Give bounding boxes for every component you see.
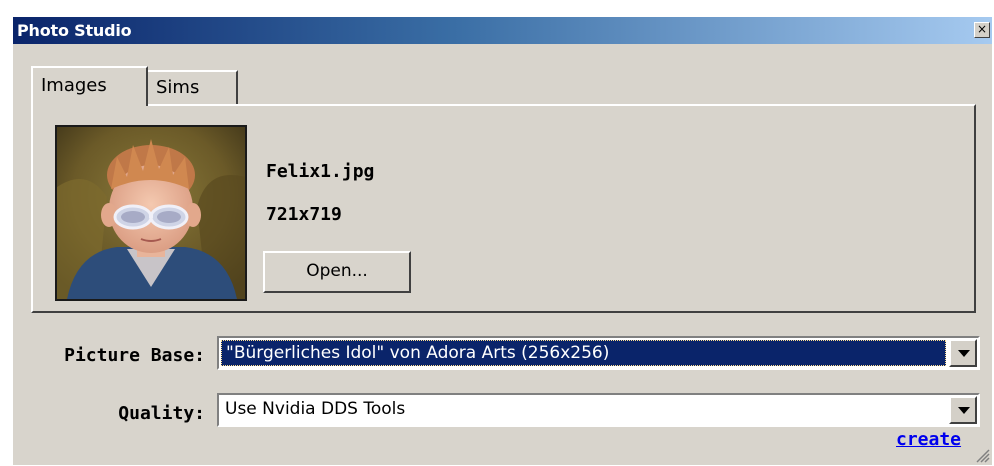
tab-images[interactable]: Images	[31, 66, 148, 106]
image-filename: Felix1.jpg	[266, 161, 375, 182]
close-button[interactable]: ×	[974, 22, 990, 38]
image-dimensions: 721x719	[266, 204, 342, 225]
window-title: Photo Studio	[17, 21, 132, 40]
tab-images-label: Images	[41, 75, 107, 96]
tab-sims[interactable]: Sims	[146, 70, 238, 104]
create-link[interactable]: create	[896, 429, 961, 450]
quality-value: Use Nvidia DDS Tools	[225, 399, 406, 419]
images-tab-panel: Felix1.jpg 721x719 Open...	[31, 104, 976, 313]
picture-base-value: "Bürgerliches Idol" von Adora Arts (256x…	[221, 340, 946, 366]
picture-base-dropdown-button[interactable]	[949, 339, 977, 367]
picture-base-label: Picture Base:	[64, 345, 205, 366]
quality-select[interactable]: Use Nvidia DDS Tools	[217, 393, 980, 427]
tab-sims-label: Sims	[156, 77, 200, 98]
close-icon: ×	[976, 22, 988, 36]
photo-studio-window: Photo Studio × Images Sims Felix1.jpg 72…	[12, 16, 992, 465]
quality-label: Quality:	[118, 403, 205, 424]
image-thumbnail	[55, 125, 247, 301]
picture-base-select[interactable]: "Bürgerliches Idol" von Adora Arts (256x…	[217, 336, 980, 370]
quality-dropdown-button[interactable]	[949, 396, 977, 424]
chevron-down-icon	[958, 350, 970, 357]
chevron-down-icon	[958, 407, 970, 414]
title-bar[interactable]: Photo Studio ×	[13, 17, 992, 44]
resize-grip-icon[interactable]	[974, 447, 990, 463]
open-button[interactable]: Open...	[263, 251, 411, 293]
